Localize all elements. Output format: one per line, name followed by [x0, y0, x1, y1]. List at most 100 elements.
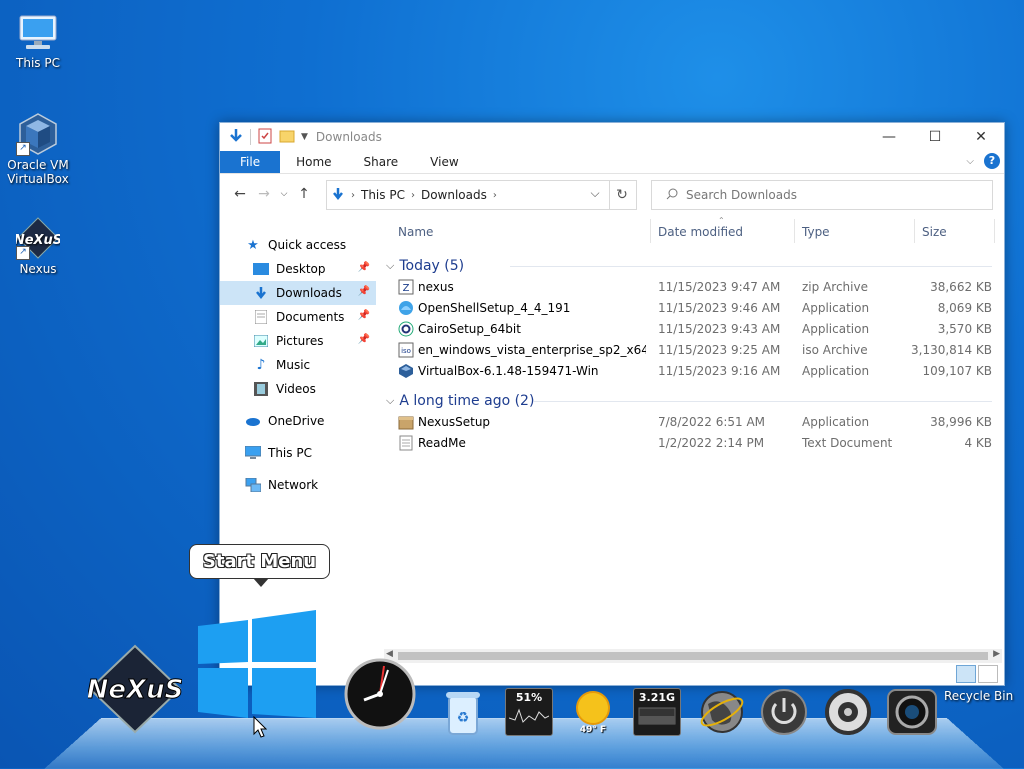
table-row[interactable]: VirtualBox-6.1.48-159471-Win 11/15/2023 …	[384, 361, 1002, 382]
media-player-speaker-icon[interactable]	[823, 688, 873, 736]
recycle-bin-icon[interactable]: ♻	[444, 690, 482, 736]
sidebar-item-onedrive[interactable]: OneDrive	[220, 409, 376, 433]
file-name: ReadMe	[418, 436, 466, 450]
maximize-button[interactable]: ☐	[912, 123, 958, 151]
navigation-pane: ★ Quick access Desktop 📌 Downloads 📌 Doc…	[220, 233, 376, 653]
sidebar-item-documents[interactable]: Documents 📌	[220, 305, 376, 329]
sidebar-item-music[interactable]: ♪ Music	[220, 353, 376, 377]
breadcrumb-separator-icon[interactable]: ›	[493, 190, 497, 201]
table-row[interactable]: iso en_windows_vista_enterprise_sp2_x64_…	[384, 340, 1002, 361]
file-size: 3,130,814 KB	[911, 343, 992, 357]
table-row[interactable]: OpenShellSetup_4_4_191 11/15/2023 9:46 A…	[384, 298, 1002, 319]
memory-meter-value: 3.21G	[638, 691, 676, 704]
sidebar-item-pictures[interactable]: Pictures 📌	[220, 329, 376, 353]
sidebar-item-label: OneDrive	[268, 414, 325, 428]
memory-meter[interactable]: 3.21G	[633, 688, 681, 736]
desktop-icon-label: This PC	[16, 56, 60, 70]
svg-text:iso: iso	[401, 347, 411, 355]
sidebar-item-quick-access[interactable]: ★ Quick access	[220, 233, 376, 257]
group-header[interactable]: ⌵ A long time ago (2)	[384, 390, 1002, 412]
sidebar-item-videos[interactable]: Videos	[220, 377, 376, 401]
pin-icon[interactable]: 📌	[358, 262, 370, 273]
start-menu-windows-icon[interactable]	[196, 610, 320, 720]
recent-locations-chevron-icon[interactable]: ⌵	[276, 189, 292, 199]
sidebar-item-label: Quick access	[268, 238, 347, 252]
sidebar-item-label: This PC	[268, 446, 312, 460]
sidebar-item-label: Music	[276, 358, 311, 372]
file-size: 8,069 KB	[937, 301, 992, 315]
pin-icon[interactable]: 📌	[358, 310, 370, 321]
shell-app-icon	[398, 300, 414, 316]
breadcrumb-separator-icon[interactable]: ›	[351, 190, 355, 201]
tab-home[interactable]: Home	[280, 151, 347, 173]
file-size: 38,662 KB	[930, 280, 992, 294]
tab-share[interactable]: Share	[348, 151, 415, 173]
film-icon	[252, 381, 270, 397]
group-header[interactable]: ⌵ Today (5)	[384, 255, 1002, 277]
column-header-name[interactable]: Name	[398, 225, 433, 239]
desktop-icon-virtualbox[interactable]: ↗ Oracle VM VirtualBox	[2, 112, 74, 186]
breadcrumb-downloads[interactable]: Downloads	[421, 188, 487, 202]
details-view-button[interactable]	[956, 665, 976, 683]
refresh-icon[interactable]: ↻	[608, 180, 637, 210]
search-input[interactable]: Search Downloads	[651, 180, 993, 210]
breadcrumb-separator-icon[interactable]: ›	[411, 190, 415, 201]
zip-archive-icon: Z	[398, 279, 414, 295]
horizontal-scrollbar[interactable]: ◀ ▶	[384, 649, 1002, 663]
file-type: Application	[802, 415, 870, 429]
column-header-size[interactable]: Size	[922, 225, 947, 239]
close-button[interactable]: ✕	[958, 123, 1004, 151]
title-bar[interactable]: ▼ Downloads — ☐ ✕	[220, 123, 1004, 151]
power-button-icon[interactable]	[760, 688, 808, 736]
nexus-dock-logo[interactable]: NeXuS	[86, 644, 184, 734]
large-icons-view-button[interactable]	[978, 665, 998, 683]
file-type: zip Archive	[802, 280, 868, 294]
sidebar-item-desktop[interactable]: Desktop 📌	[220, 257, 376, 281]
file-date: 11/15/2023 9:16 AM	[658, 364, 781, 378]
address-dropdown-chevron-icon[interactable]: ⌵	[585, 186, 605, 201]
monitor-icon	[16, 10, 60, 54]
customize-toolbar-chevron-icon[interactable]: ▼	[301, 132, 308, 142]
pin-icon[interactable]: 📌	[358, 334, 370, 345]
file-list: Name Date modified ⌃ Type Size ⌵ Today (…	[384, 215, 1002, 645]
file-date: 11/15/2023 9:25 AM	[658, 343, 781, 357]
tab-file[interactable]: File	[220, 151, 281, 173]
minimize-button[interactable]: —	[866, 123, 912, 151]
back-arrow-icon[interactable]: ←	[228, 186, 252, 202]
camera-lens-icon[interactable]	[886, 686, 938, 736]
up-arrow-icon[interactable]: ↑	[292, 186, 316, 202]
forward-arrow-icon[interactable]: →	[252, 186, 276, 202]
globe-internet-icon[interactable]	[698, 688, 746, 736]
table-row[interactable]: CairoSetup_64bit 11/15/2023 9:43 AM Appl…	[384, 319, 1002, 340]
table-row[interactable]: Z nexus 11/15/2023 9:47 AM zip Archive 3…	[384, 277, 1002, 298]
address-bar[interactable]: › This PC › Downloads › ⌵	[326, 180, 610, 210]
shortcut-arrow-icon: ↗	[16, 142, 30, 156]
network-icon	[244, 477, 262, 493]
dock-tooltip: Start Menu	[189, 544, 330, 587]
breadcrumb-this-pc[interactable]: This PC	[361, 188, 405, 202]
sidebar-item-downloads[interactable]: Downloads 📌	[220, 281, 376, 305]
desktop-icon-nexus[interactable]: NeXuS ↗ Nexus	[2, 216, 74, 276]
collapse-chevron-icon[interactable]: ⌵	[386, 394, 394, 408]
cpu-meter[interactable]: 51%	[505, 688, 553, 736]
scroll-right-arrow-icon[interactable]: ▶	[993, 649, 1000, 659]
clock-icon[interactable]	[344, 658, 416, 730]
table-row[interactable]: NexusSetup 7/8/2022 6:51 AM Application …	[384, 412, 1002, 433]
pin-icon[interactable]: 📌	[358, 286, 370, 297]
collapse-chevron-icon[interactable]: ⌵	[386, 259, 394, 273]
column-header-type[interactable]: Type	[802, 225, 830, 239]
sidebar-item-this-pc[interactable]: This PC	[220, 441, 376, 465]
scrollbar-thumb[interactable]	[398, 652, 988, 660]
download-arrow-icon	[331, 187, 345, 204]
table-row[interactable]: ReadMe 1/2/2022 2:14 PM Text Document 4 …	[384, 433, 1002, 454]
column-header-date[interactable]: Date modified	[658, 225, 743, 239]
new-folder-icon[interactable]	[279, 128, 295, 147]
help-icon[interactable]: ?	[984, 153, 1000, 169]
tab-view[interactable]: View	[414, 151, 474, 173]
properties-icon[interactable]	[257, 128, 273, 147]
sidebar-item-network[interactable]: Network	[220, 473, 376, 497]
desktop-icon-this-pc[interactable]: This PC	[2, 10, 74, 70]
download-arrow-icon	[228, 128, 244, 147]
weather-sun-icon[interactable]: 49° F	[572, 690, 614, 738]
expand-ribbon-chevron-icon[interactable]: ⌵	[966, 156, 974, 167]
